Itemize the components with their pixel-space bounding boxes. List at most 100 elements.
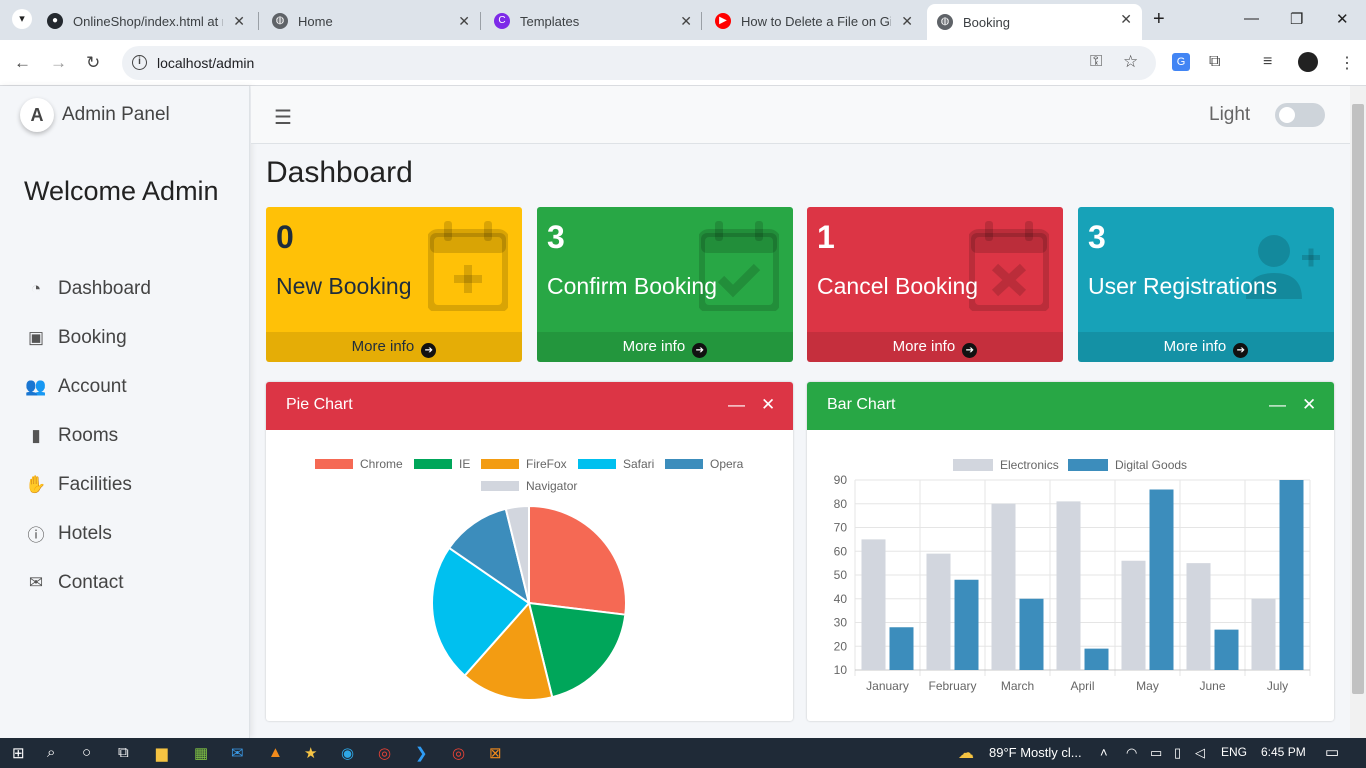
more-info-link[interactable]: More info ➔ <box>266 332 522 362</box>
close-window-icon[interactable]: ✕ <box>1336 10 1349 28</box>
bar-electronics-july[interactable] <box>1251 598 1276 670</box>
language-indicator[interactable]: ENG <box>1221 745 1247 759</box>
key-icon[interactable]: ⚿ <box>1090 53 1102 71</box>
bar-electronics-june[interactable] <box>1186 563 1211 670</box>
sidebar-item-account[interactable]: 👥 Account <box>24 362 244 411</box>
reload-icon[interactable]: ↻ <box>86 53 100 73</box>
bar-electronics-february[interactable] <box>926 553 951 670</box>
bar-digital-goods-january[interactable] <box>889 627 914 670</box>
clock[interactable]: 6:45 PM <box>1261 745 1306 759</box>
address-bar[interactable]: i localhost/admin ⚿ ☆ <box>122 46 1156 80</box>
stat-box-new-booking: 0 New Booking More info ➔ <box>266 207 522 362</box>
bar-electronics-may[interactable] <box>1121 560 1146 670</box>
store-icon[interactable]: ▦ <box>194 744 208 762</box>
profile-avatar[interactable] <box>1298 52 1318 72</box>
bookmark-star-icon[interactable]: ☆ <box>1123 52 1138 72</box>
pie-slice-chrome[interactable] <box>528 504 627 616</box>
bar-electronics-april[interactable] <box>1056 501 1081 670</box>
bar-digital-goods-march[interactable] <box>1019 598 1044 670</box>
more-info-link[interactable]: More info ➔ <box>807 332 1063 362</box>
remove-icon[interactable]: ✕ <box>1302 395 1316 415</box>
more-info-link[interactable]: More info ➔ <box>537 332 793 362</box>
extensions-icon[interactable]: ⧉ <box>1209 53 1220 71</box>
page-scrollbar[interactable] <box>1350 86 1366 738</box>
xampp-control-icon[interactable]: ⊠ <box>489 744 502 762</box>
tab-close-icon[interactable]: ✕ <box>901 13 913 30</box>
bar-digital-goods-june[interactable] <box>1214 629 1239 670</box>
task-view-icon[interactable]: ⧉ <box>118 744 129 761</box>
weather-icon[interactable]: ☁ <box>958 743 974 763</box>
bar-x-tick-label: March <box>1001 679 1034 693</box>
arrow-circle-right-icon: ➔ <box>1233 343 1249 358</box>
more-info-link[interactable]: More info ➔ <box>1078 332 1334 362</box>
bar-legend-label: Digital Goods <box>1115 458 1187 472</box>
device-icon[interactable]: ▯ <box>1174 745 1181 761</box>
stat-label: Confirm Booking <box>547 273 718 299</box>
app-star-icon[interactable]: ★ <box>304 744 317 762</box>
tab-close-icon[interactable]: ✕ <box>680 13 692 30</box>
sidebar-item-facilities[interactable]: ✋ Facilities <box>24 460 244 509</box>
file-explorer-icon[interactable]: ▆ <box>156 744 168 762</box>
collapse-icon[interactable]: — <box>728 395 745 415</box>
back-icon[interactable]: ← <box>14 53 31 73</box>
sidebar-item-booking[interactable]: ▣ Booking <box>24 313 244 362</box>
collapse-icon[interactable]: — <box>1269 395 1286 415</box>
tab-close-icon[interactable]: ✕ <box>458 13 470 30</box>
search-icon[interactable]: ⌕ <box>47 744 55 761</box>
hamburger-menu-icon[interactable]: ☰ <box>274 105 292 130</box>
sidebar-item-contact[interactable]: ✉ Contact <box>24 558 244 607</box>
brand-link[interactable]: A Admin Panel <box>20 98 170 132</box>
github-icon: ● <box>47 13 63 29</box>
tab-close-icon[interactable]: ✕ <box>1120 11 1132 28</box>
windows-start-icon[interactable]: ⊞ <box>12 744 25 762</box>
wifi-icon[interactable]: ◠ <box>1126 745 1137 761</box>
xampp-icon[interactable]: ▲ <box>268 744 283 761</box>
calendar-times-icon <box>969 221 1049 311</box>
bar-digital-goods-may[interactable] <box>1149 489 1174 671</box>
sidebar-item-rooms[interactable]: ▮ Rooms <box>24 411 244 460</box>
chrome-icon[interactable]: ◎ <box>378 744 391 762</box>
maximize-icon[interactable]: ❐ <box>1290 10 1303 28</box>
edge-icon[interactable]: ◉ <box>341 744 354 762</box>
vscode-icon[interactable]: ❯ <box>415 744 428 762</box>
bar-x-tick-label: April <box>1070 679 1094 693</box>
browser-tab-0[interactable]: ● OnlineShop/index.html at m ✕ <box>37 6 255 36</box>
sidebar-item-hotels[interactable]: ⓘ Hotels <box>24 509 244 558</box>
tab-close-icon[interactable]: ✕ <box>233 13 245 30</box>
cortana-icon[interactable]: ○ <box>82 744 91 761</box>
browser-tab-1[interactable]: ◍ Home ✕ <box>262 6 480 36</box>
translate-icon[interactable]: G <box>1172 53 1190 71</box>
bar-digital-goods-july[interactable] <box>1279 480 1304 670</box>
bar-electronics-march[interactable] <box>991 503 1016 670</box>
browser-tab-4[interactable]: ◍ Booking ✕ <box>927 4 1142 40</box>
arrow-circle-right-icon: ➔ <box>692 343 708 358</box>
browser-tab-3[interactable]: ▶ How to Delete a File on GitH ✕ <box>705 6 923 36</box>
url-text[interactable]: localhost/admin <box>157 55 254 71</box>
mail-icon[interactable]: ✉ <box>231 744 244 762</box>
sidebar-item-label: Hotels <box>58 522 112 544</box>
browser-tab-strip: ▾ ● OnlineShop/index.html at m ✕ ◍ Home ✕ C Tem… <box>0 0 1366 40</box>
chrome-active-icon[interactable]: ◎ <box>452 744 465 762</box>
tray-chevron-icon[interactable]: ˄ <box>1100 745 1108 760</box>
forward-icon[interactable]: → <box>50 53 67 73</box>
battery-icon[interactable]: ▭ <box>1150 745 1162 761</box>
new-tab-icon[interactable]: + <box>1153 8 1165 31</box>
sidebar-item-dashboard[interactable]: ◔ Dashboard <box>24 264 244 313</box>
browser-menu-icon[interactable]: ⋮ <box>1339 53 1355 73</box>
volume-icon[interactable]: ◁ <box>1195 745 1205 761</box>
browser-tab-2[interactable]: C Templates ✕ <box>484 6 702 36</box>
notifications-icon[interactable]: ▭ <box>1325 743 1339 761</box>
media-icon[interactable]: ≡ <box>1263 53 1272 71</box>
bar-electronics-january[interactable] <box>861 539 886 670</box>
pie-legend-swatch <box>665 459 703 469</box>
site-info-icon[interactable]: i <box>132 55 147 70</box>
stat-label: Cancel Booking <box>817 273 979 299</box>
remove-icon[interactable]: ✕ <box>761 395 775 415</box>
minimize-icon[interactable]: — <box>1244 10 1259 27</box>
bar-digital-goods-february[interactable] <box>954 579 979 670</box>
theme-toggle[interactable] <box>1275 103 1325 127</box>
scrollbar-thumb[interactable] <box>1352 104 1364 694</box>
weather-text[interactable]: 89°F Mostly cl... <box>989 745 1082 760</box>
bar-digital-goods-april[interactable] <box>1084 648 1109 670</box>
tab-search-icon[interactable]: ▾ <box>12 9 32 29</box>
